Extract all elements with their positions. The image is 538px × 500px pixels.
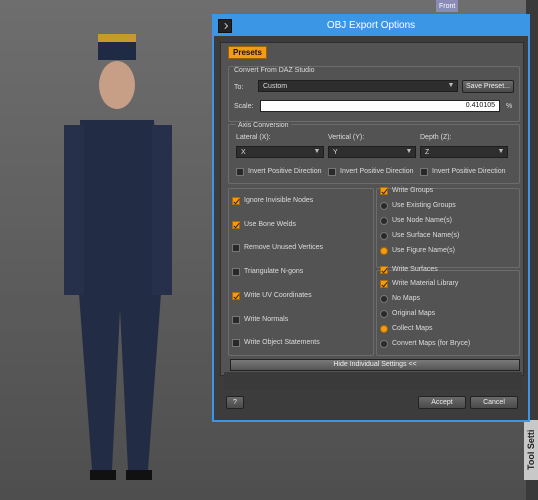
- axis-group-label: Axis Conversion: [236, 122, 291, 129]
- option-checkbox[interactable]: [232, 268, 240, 276]
- invert-x-label: Invert Positive Direction: [248, 168, 322, 175]
- accept-button[interactable]: Accept: [418, 396, 466, 409]
- hide-settings-bar: [224, 372, 522, 390]
- dialog-title: OBJ Export Options: [326, 20, 416, 31]
- write-surfaces-label: Write Surfaces: [392, 266, 438, 273]
- hide-settings-button[interactable]: Hide Individual Settings <<: [230, 359, 520, 371]
- option-checkbox[interactable]: [232, 197, 240, 205]
- option-label: Use Bone Welds: [244, 221, 297, 228]
- vertical-select-value: Y: [333, 149, 338, 156]
- scale-label: Scale:: [234, 103, 254, 110]
- presets-button[interactable]: Presets: [228, 46, 267, 59]
- lateral-label: Lateral (X):: [236, 134, 271, 141]
- chevron-down-icon: ▼: [405, 148, 413, 155]
- chevron-down-icon: ▼: [447, 82, 455, 89]
- convert-group: [228, 66, 520, 122]
- save-preset-button[interactable]: Save Preset...: [462, 80, 514, 93]
- invert-z-checkbox[interactable]: [420, 168, 428, 176]
- tool-settings-tab[interactable]: Tool Setti: [524, 420, 538, 480]
- obj-export-dialog: OBJ Export Options Presets Convert From …: [212, 14, 530, 422]
- maps-radio[interactable]: [380, 325, 388, 333]
- option-label: Write UV Coordinates: [244, 292, 312, 299]
- invert-y-label: Invert Positive Direction: [340, 168, 414, 175]
- to-select[interactable]: Custom ▼: [258, 80, 458, 92]
- maps-radio-label: Convert Maps (for Bryce): [392, 340, 471, 347]
- chevron-down-icon: ▼: [313, 148, 321, 155]
- group-radio[interactable]: [380, 217, 388, 225]
- write-groups-checkbox[interactable]: [380, 187, 388, 195]
- to-label: To:: [234, 84, 244, 91]
- option-label: Write Normals: [244, 316, 289, 323]
- depth-label: Depth (Z):: [420, 134, 452, 141]
- maps-radio[interactable]: [380, 310, 388, 318]
- option-label: Write Object Statements: [244, 339, 320, 346]
- chevron-down-icon: ▼: [497, 148, 505, 155]
- invert-z-label: Invert Positive Direction: [432, 168, 506, 175]
- lateral-select-value: X: [241, 149, 246, 156]
- title-bar[interactable]: OBJ Export Options: [214, 16, 528, 36]
- write-groups-label: Write Groups: [392, 187, 434, 194]
- group-radio[interactable]: [380, 232, 388, 240]
- maps-radio-label: Original Maps: [392, 310, 436, 317]
- help-button[interactable]: ?: [226, 396, 244, 409]
- option-checkbox[interactable]: [232, 221, 240, 229]
- option-checkbox[interactable]: [232, 339, 240, 347]
- scale-input[interactable]: 0.410105: [260, 100, 500, 112]
- depth-select-value: Z: [425, 149, 430, 156]
- option-label: Remove Unused Vertices: [244, 244, 323, 251]
- group-radio-label: Use Node Name(s): [392, 217, 452, 224]
- group-radio-label: Use Surface Name(s): [392, 232, 460, 239]
- depth-select[interactable]: Z ▼: [420, 146, 508, 158]
- vertical-label: Vertical (Y):: [328, 134, 365, 141]
- convert-group-label: Convert From DAZ Studio: [234, 67, 315, 74]
- option-label: Triangulate N-gons: [244, 268, 304, 275]
- vertical-select[interactable]: Y ▼: [328, 146, 416, 158]
- option-label: Ignore Invisible Nodes: [244, 197, 314, 204]
- groups-options-group: [376, 188, 520, 268]
- maps-radio[interactable]: [380, 295, 388, 303]
- maps-radio-label: Collect Maps: [392, 325, 433, 332]
- write-material-checkbox[interactable]: [380, 280, 388, 288]
- to-select-value: Custom: [263, 83, 288, 90]
- option-checkbox[interactable]: [232, 244, 240, 252]
- invert-y-checkbox[interactable]: [328, 168, 336, 176]
- scale-unit: %: [506, 103, 513, 110]
- option-checkbox[interactable]: [232, 316, 240, 324]
- invert-x-checkbox[interactable]: [236, 168, 244, 176]
- group-radio[interactable]: [380, 247, 388, 255]
- write-material-label: Write Material Library: [392, 280, 459, 287]
- maps-radio-label: No Maps: [392, 295, 421, 302]
- group-radio[interactable]: [380, 202, 388, 210]
- cancel-button[interactable]: Cancel: [470, 396, 518, 409]
- lateral-select[interactable]: X ▼: [236, 146, 324, 158]
- maps-radio[interactable]: [380, 340, 388, 348]
- write-surfaces-checkbox[interactable]: [380, 266, 388, 274]
- option-checkbox[interactable]: [232, 292, 240, 300]
- group-radio-label: Use Existing Groups: [392, 202, 456, 209]
- figure-model: [64, 34, 172, 480]
- front-view-button[interactable]: Front: [436, 0, 459, 12]
- group-radio-label: Use Figure Name(s): [392, 247, 456, 254]
